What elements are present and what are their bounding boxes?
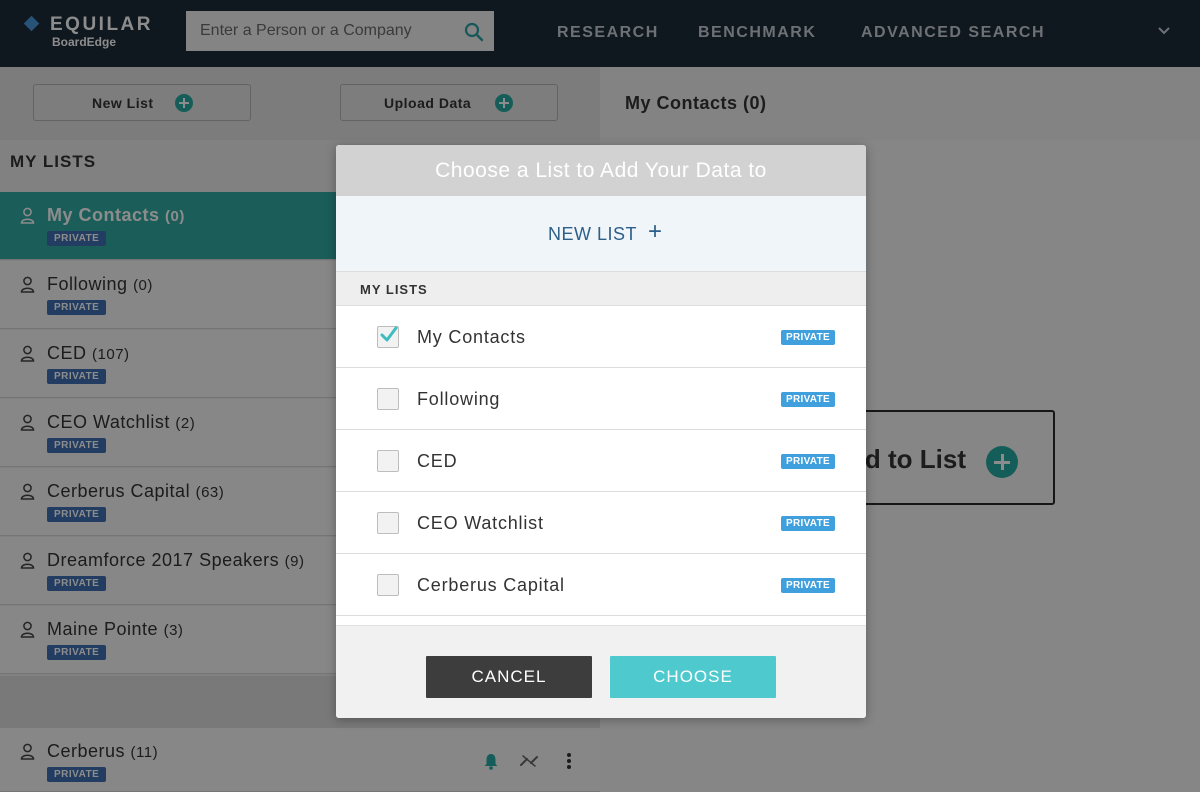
choose-button[interactable]: CHOOSE [610, 656, 776, 698]
private-badge: PRIVATE [781, 392, 835, 407]
modal-footer: CANCEL CHOOSE [336, 625, 866, 718]
checkbox[interactable] [377, 450, 399, 472]
new-list-label: NEW LIST [548, 224, 638, 244]
private-badge: PRIVATE [781, 454, 835, 469]
option-label: Following [417, 389, 501, 409]
checkbox[interactable] [377, 512, 399, 534]
checkbox[interactable] [377, 574, 399, 596]
list-option-following[interactable]: Following PRIVATE [336, 368, 866, 430]
plus-icon: + [648, 218, 663, 245]
option-label: CEO Watchlist [417, 513, 544, 533]
list-option-my-contacts[interactable]: My Contacts PRIVATE [336, 306, 866, 368]
checkbox[interactable] [377, 388, 399, 410]
private-badge: PRIVATE [781, 516, 835, 531]
list-option-ceo-watchlist[interactable]: CEO Watchlist PRIVATE [336, 492, 866, 554]
checkmark-icon [380, 326, 398, 342]
cancel-button[interactable]: CANCEL [426, 656, 592, 698]
list-option-cerberus-capital[interactable]: Cerberus Capital PRIVATE [336, 554, 866, 616]
modal-new-list-button[interactable]: NEW LIST + [336, 196, 866, 272]
list-option-ced[interactable]: CED PRIVATE [336, 430, 866, 492]
option-label: CED [417, 451, 458, 471]
option-label: Cerberus Capital [417, 575, 565, 595]
section-label: MY LISTS [360, 282, 428, 297]
modal-section-header: MY LISTS [336, 272, 866, 306]
private-badge: PRIVATE [781, 578, 835, 593]
modal-header: Choose a List to Add Your Data to [336, 145, 866, 196]
modal-title: Choose a List to Add Your Data to [435, 159, 767, 182]
private-badge: PRIVATE [781, 330, 835, 345]
option-label: My Contacts [417, 327, 526, 347]
choose-list-modal: Choose a List to Add Your Data to NEW LI… [336, 145, 866, 718]
